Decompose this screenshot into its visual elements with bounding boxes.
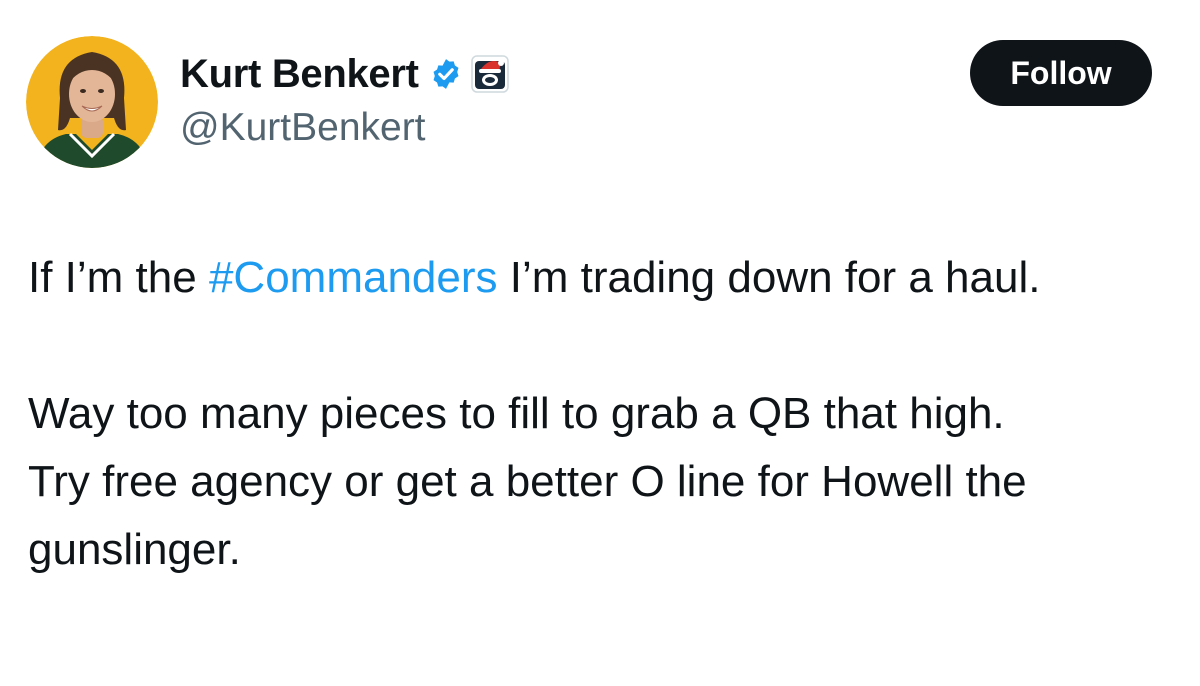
santa-hat-helmet-icon[interactable]: [470, 55, 509, 93]
avatar[interactable]: [26, 36, 158, 168]
verified-badge-icon[interactable]: [429, 57, 463, 91]
author-display-name[interactable]: Kurt Benkert: [180, 52, 419, 97]
tweet-text-segment: Try free agency or get a better O line f…: [28, 457, 1027, 574]
tweet-card: Kurt Benkert @KurtBenkert Follow If I’m …: [0, 0, 1200, 686]
tweet-paragraph-1: If I’m the #Commanders I’m trading down …: [28, 244, 1178, 312]
author-name-row: Kurt Benkert: [180, 48, 509, 100]
follow-button[interactable]: Follow: [970, 40, 1152, 106]
hashtag-link[interactable]: #Commanders: [209, 253, 498, 302]
tweet-paragraph-2: Way too many pieces to fill to grab a QB…: [28, 380, 1178, 584]
tweet-text-segment: Way too many pieces to fill to grab a QB…: [28, 389, 1005, 438]
author-handle[interactable]: @KurtBenkert: [180, 106, 426, 150]
tweet-text-segment: If I’m the: [28, 253, 209, 302]
tweet-text: If I’m the #Commanders I’m trading down …: [28, 244, 1178, 584]
tweet-text-segment: I’m trading down for a haul.: [497, 253, 1041, 302]
